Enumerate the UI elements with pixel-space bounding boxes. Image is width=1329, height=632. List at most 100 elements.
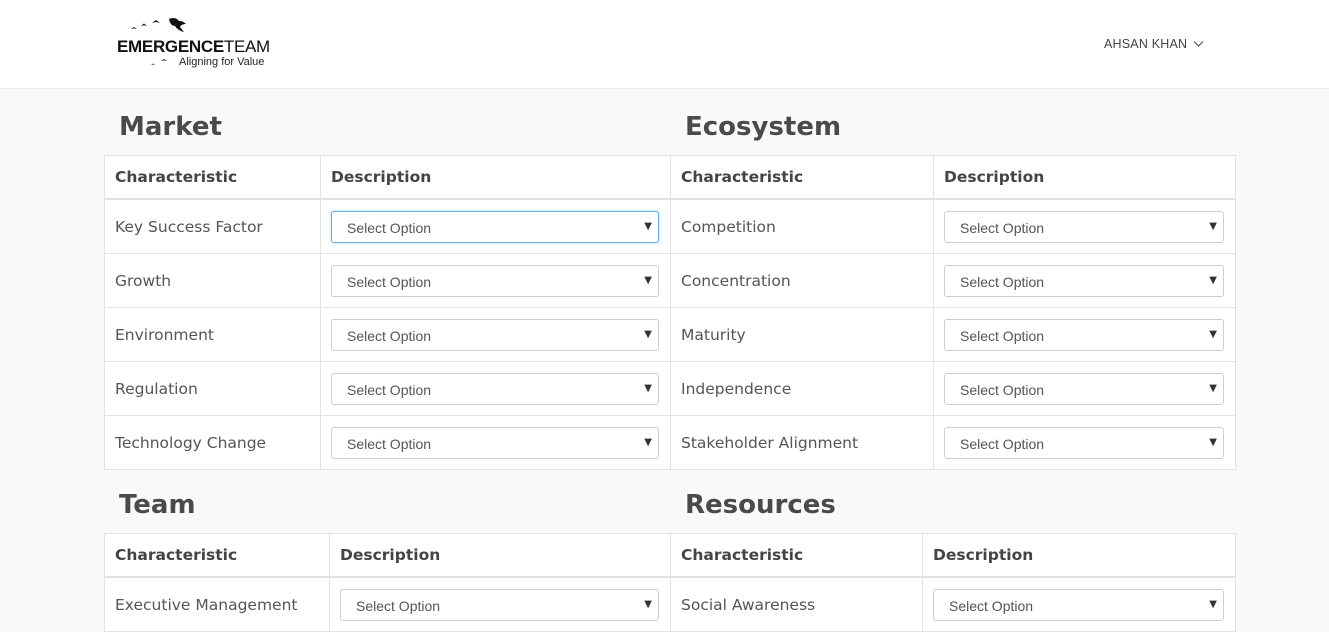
- description-select[interactable]: Select Option ▼: [933, 588, 1224, 621]
- description-cell: Select Option ▼: [320, 253, 671, 308]
- logo-wordmark-light: TEAM: [223, 37, 270, 56]
- characteristic-label: Growth: [104, 253, 321, 308]
- table-row: Concentration Select Option ▼: [670, 253, 1236, 308]
- ecosystem-table: Characteristic Description Competition S…: [670, 155, 1236, 470]
- select-value: Select Option: [960, 219, 1045, 236]
- description-select[interactable]: Select Option ▼: [944, 426, 1224, 459]
- description-cell: Select Option ▼: [922, 576, 1236, 632]
- description-select[interactable]: Select Option ▼: [944, 264, 1224, 297]
- description-select[interactable]: Select Option ▼: [340, 588, 659, 621]
- section-title-ecosystem: Ecosystem: [685, 112, 842, 142]
- chevron-down-icon: [1193, 41, 1204, 47]
- column-header-characteristic: Characteristic: [670, 533, 923, 578]
- dropdown-arrow-icon: ▼: [644, 274, 652, 286]
- table-row: Executive Management Select Option ▼: [104, 576, 671, 632]
- select-value: Select Option: [347, 219, 432, 236]
- select-value: Select Option: [356, 597, 441, 614]
- column-header-description: Description: [329, 533, 671, 578]
- description-cell: Select Option ▼: [320, 198, 671, 254]
- user-menu[interactable]: AHSAN KHAN: [1104, 36, 1204, 52]
- table-row: Regulation Select Option ▼: [104, 361, 671, 416]
- birds-logo-icon: [131, 17, 186, 32]
- table-row: Social Awareness Select Option ▼: [670, 576, 1236, 632]
- resources-table: Characteristic Description Social Awaren…: [670, 533, 1236, 632]
- select-value: Select Option: [960, 327, 1045, 344]
- select-value: Select Option: [347, 435, 432, 452]
- select-value: Select Option: [949, 597, 1034, 614]
- dropdown-arrow-icon: ▼: [1209, 436, 1217, 448]
- description-select[interactable]: Select Option ▼: [331, 264, 659, 297]
- section-title-resources: Resources: [685, 490, 836, 520]
- top-header: EMERGENCETEAM Aligning for Value AHSAN K…: [0, 0, 1329, 89]
- characteristic-label: Concentration: [670, 253, 934, 308]
- table-row: Maturity Select Option ▼: [670, 307, 1236, 362]
- dropdown-arrow-icon: ▼: [644, 598, 652, 610]
- description-cell: Select Option ▼: [933, 253, 1236, 308]
- characteristic-label: Executive Management: [104, 576, 330, 632]
- description-select[interactable]: Select Option ▼: [331, 318, 659, 351]
- characteristic-label: Technology Change: [104, 415, 321, 470]
- description-cell: Select Option ▼: [933, 415, 1236, 470]
- table-header-row: Characteristic Description: [104, 533, 671, 578]
- description-cell: Select Option ▼: [933, 307, 1236, 362]
- logo-tagline: Aligning for Value: [179, 56, 265, 68]
- characteristic-label: Independence: [670, 361, 934, 416]
- select-value: Select Option: [347, 381, 432, 398]
- description-cell: Select Option ▼: [320, 415, 671, 470]
- select-value: Select Option: [347, 273, 432, 290]
- description-select[interactable]: Select Option ▼: [331, 372, 659, 405]
- column-header-characteristic: Characteristic: [104, 533, 330, 578]
- table-row: Competition Select Option ▼: [670, 198, 1236, 254]
- table-header-row: Characteristic Description: [670, 533, 1236, 578]
- dropdown-arrow-icon: ▼: [1209, 274, 1217, 286]
- table-row: Key Success Factor Select Option ▼: [104, 198, 671, 254]
- small-birds-icon: [151, 59, 167, 65]
- table-row: Independence Select Option ▼: [670, 361, 1236, 416]
- table-row: Growth Select Option ▼: [104, 253, 671, 308]
- description-cell: Select Option ▼: [933, 361, 1236, 416]
- select-value: Select Option: [960, 381, 1045, 398]
- characteristic-label: Social Awareness: [670, 576, 923, 632]
- section-title-team: Team: [119, 490, 196, 520]
- description-select[interactable]: Select Option ▼: [331, 210, 659, 243]
- dropdown-arrow-icon: ▼: [644, 328, 652, 340]
- characteristic-label: Stakeholder Alignment: [670, 415, 934, 470]
- market-table: Characteristic Description Key Success F…: [104, 155, 671, 470]
- table-row: Stakeholder Alignment Select Option ▼: [670, 415, 1236, 470]
- description-select[interactable]: Select Option ▼: [944, 210, 1224, 243]
- logo-wordmark: EMERGENCETEAM: [117, 37, 270, 57]
- description-select[interactable]: Select Option ▼: [944, 318, 1224, 351]
- logo-wordmark-bold: EMERGENCE: [117, 37, 224, 56]
- description-cell: Select Option ▼: [329, 576, 671, 632]
- column-header-description: Description: [320, 155, 671, 200]
- emergence-team-logo[interactable]: EMERGENCETEAM Aligning for Value: [117, 15, 277, 71]
- description-cell: Select Option ▼: [933, 198, 1236, 254]
- column-header-description: Description: [922, 533, 1236, 578]
- user-name: AHSAN KHAN: [1104, 37, 1188, 51]
- section-title-market: Market: [119, 112, 222, 142]
- characteristic-label: Maturity: [670, 307, 934, 362]
- characteristic-label: Key Success Factor: [104, 198, 321, 254]
- dropdown-arrow-icon: ▼: [644, 220, 652, 232]
- team-table: Characteristic Description Executive Man…: [104, 533, 671, 632]
- column-header-description: Description: [933, 155, 1236, 200]
- column-header-characteristic: Characteristic: [104, 155, 321, 200]
- dropdown-arrow-icon: ▼: [1209, 598, 1217, 610]
- description-cell: Select Option ▼: [320, 361, 671, 416]
- table-header-row: Characteristic Description: [104, 155, 671, 200]
- table-row: Technology Change Select Option ▼: [104, 415, 671, 470]
- column-header-characteristic: Characteristic: [670, 155, 934, 200]
- characteristic-label: Competition: [670, 198, 934, 254]
- dropdown-arrow-icon: ▼: [1209, 220, 1217, 232]
- description-select[interactable]: Select Option ▼: [944, 372, 1224, 405]
- select-value: Select Option: [960, 273, 1045, 290]
- characteristic-label: Regulation: [104, 361, 321, 416]
- dropdown-arrow-icon: ▼: [644, 436, 652, 448]
- table-row: Environment Select Option ▼: [104, 307, 671, 362]
- dropdown-arrow-icon: ▼: [644, 382, 652, 394]
- select-value: Select Option: [960, 435, 1045, 452]
- characteristic-label: Environment: [104, 307, 321, 362]
- table-header-row: Characteristic Description: [670, 155, 1236, 200]
- dropdown-arrow-icon: ▼: [1209, 328, 1217, 340]
- description-select[interactable]: Select Option ▼: [331, 426, 659, 459]
